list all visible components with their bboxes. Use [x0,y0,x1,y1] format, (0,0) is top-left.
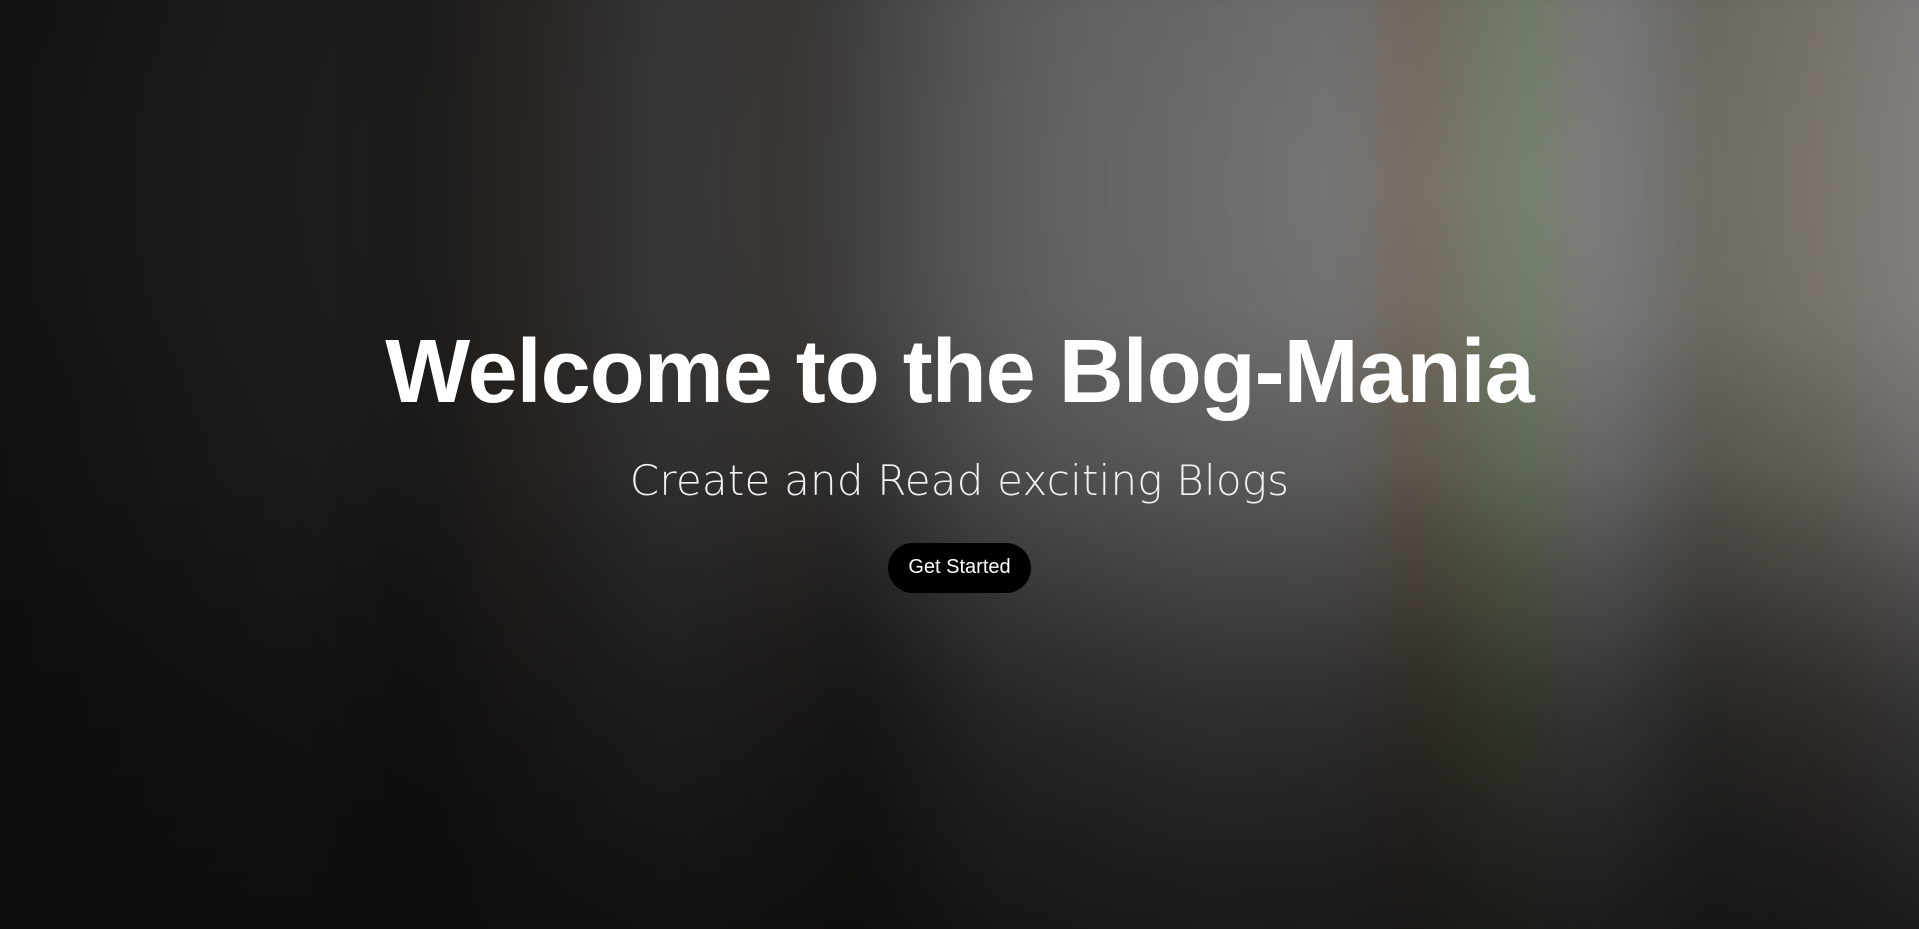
get-started-button[interactable]: Get Started [888,542,1031,593]
hero-section: Welcome to the Blog-Mania Create and Rea… [0,0,1919,929]
hero-subtitle: Create and Read exciting Blogs [629,455,1290,505]
hero-content: Welcome to the Blog-Mania Create and Rea… [0,325,1919,593]
hero-title: Welcome to the Blog-Mania [385,322,1534,422]
